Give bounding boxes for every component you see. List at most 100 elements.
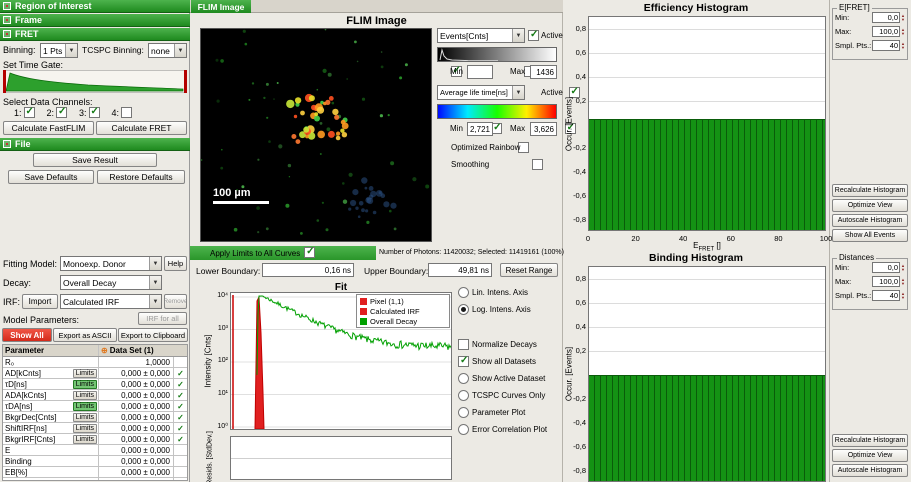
distances-field-0[interactable]: 0,0 bbox=[872, 262, 900, 273]
export-ascii-button[interactable]: Export as ASCII bbox=[53, 328, 117, 342]
param-value-cell[interactable]: 0,000 ± 0,000 bbox=[99, 434, 174, 444]
fit-enabled-checkbox[interactable] bbox=[174, 467, 187, 477]
save-result-button[interactable]: Save Result bbox=[33, 153, 157, 167]
spinner-down-icon[interactable]: ▼ bbox=[901, 282, 905, 286]
intensity-max-field[interactable]: 1436 bbox=[530, 65, 557, 79]
optimize-view-button[interactable]: Optimize View bbox=[832, 449, 908, 462]
spinner-up-down[interactable]: ▲▼ bbox=[901, 278, 905, 286]
intensity-min-field[interactable] bbox=[467, 65, 493, 79]
efret-field-2[interactable]: 40 bbox=[872, 40, 900, 51]
chevron-down-icon[interactable]: ▼ bbox=[149, 257, 161, 270]
spinner-up-down[interactable]: ▲▼ bbox=[901, 28, 905, 36]
param-value-cell[interactable]: 0,000 ± 0,000 bbox=[99, 379, 174, 389]
fit-enabled-checkbox[interactable]: ✓ bbox=[174, 434, 187, 444]
tcspc-binning-dropdown[interactable]: none ▼ bbox=[148, 43, 187, 58]
irf-import-button[interactable]: Import bbox=[22, 294, 58, 309]
radio-button-icon[interactable] bbox=[458, 373, 469, 384]
binning-dropdown[interactable]: 1 Pts ▼ bbox=[40, 43, 78, 58]
limits-button[interactable]: Limits bbox=[73, 413, 97, 422]
param-value-cell[interactable]: 0,000 ± 0,000 bbox=[99, 368, 174, 378]
help-button[interactable]: Help bbox=[164, 256, 187, 271]
efficiency-plot[interactable] bbox=[588, 16, 826, 231]
section-header-region-of-interest[interactable]: Region of Interest bbox=[0, 0, 190, 13]
param-value-cell[interactable]: 0,000 ± 0,000 bbox=[99, 423, 174, 433]
efret-field-0[interactable]: 0,0 bbox=[872, 12, 900, 23]
radio-button-icon[interactable] bbox=[458, 407, 469, 418]
fitting-model-dropdown[interactable]: Monoexp. Donor ▼ bbox=[60, 256, 162, 271]
irf-remove-button[interactable]: Remove bbox=[164, 294, 187, 309]
calculate-fret-button[interactable]: Calculate FRET bbox=[96, 121, 187, 135]
header-parameter[interactable]: Parameter bbox=[3, 345, 99, 356]
intensity-channel-dropdown[interactable]: Events[Cnts] ▼ bbox=[437, 28, 525, 43]
apply-limits-checkbox[interactable] bbox=[304, 247, 315, 258]
channel-3-checkbox[interactable] bbox=[89, 107, 100, 118]
fit-enabled-checkbox[interactable] bbox=[174, 445, 187, 455]
chevron-down-icon[interactable]: ▼ bbox=[512, 86, 524, 99]
chevron-down-icon[interactable]: ▼ bbox=[149, 295, 161, 308]
intensity-gradient-bar[interactable] bbox=[437, 47, 557, 62]
radio-button-icon[interactable] bbox=[458, 424, 469, 435]
section-header-frame[interactable]: Frame bbox=[0, 14, 190, 27]
show-all-events-button[interactable]: Show All Events bbox=[832, 229, 908, 242]
smoothing-checkbox[interactable] bbox=[532, 159, 543, 170]
reset-range-button[interactable]: Reset Range bbox=[500, 263, 558, 277]
lifetime-min-field[interactable]: 2,721 bbox=[467, 122, 493, 136]
radio-button-icon[interactable] bbox=[458, 390, 469, 401]
tab-flim-image[interactable]: FLIM Image bbox=[191, 0, 251, 13]
decay-dropdown[interactable]: Overall Decay ▼ bbox=[60, 275, 162, 290]
param-value-cell[interactable]: 0,000 ± 0,000 bbox=[99, 467, 174, 477]
spinner-up-down[interactable]: ▲▼ bbox=[901, 292, 905, 300]
recalculate-histogram-button[interactable]: Recalculate Histogram bbox=[832, 184, 908, 197]
spinner-up-down[interactable]: ▲▼ bbox=[901, 42, 905, 50]
limits-button[interactable]: Limits bbox=[73, 369, 97, 378]
limits-button[interactable]: Limits bbox=[73, 402, 97, 411]
header-dataset[interactable]: ⊕ Data Set (1) bbox=[99, 345, 187, 356]
channel-1-checkbox[interactable] bbox=[24, 107, 35, 118]
chevron-down-icon[interactable]: ▼ bbox=[512, 29, 524, 42]
distances-field-2[interactable]: 40 bbox=[872, 290, 900, 301]
fit-enabled-checkbox[interactable] bbox=[174, 478, 187, 481]
autoscale-histogram-button[interactable]: Autoscale Histogram bbox=[832, 464, 908, 477]
param-value-cell[interactable]: 0,000 ± 0,000 bbox=[99, 412, 174, 422]
limits-button[interactable]: Limits bbox=[73, 435, 97, 444]
autoscale-histogram-button[interactable]: Autoscale Histogram bbox=[832, 214, 908, 227]
residuals-plot[interactable] bbox=[230, 436, 452, 480]
show-all-button[interactable]: Show All bbox=[2, 328, 52, 342]
checkbox-icon[interactable] bbox=[458, 339, 469, 350]
spinner-down-icon[interactable]: ▼ bbox=[901, 296, 905, 300]
param-value-cell[interactable]: 0,000 ± 0,000 bbox=[99, 456, 174, 466]
spinner-down-icon[interactable]: ▼ bbox=[901, 32, 905, 36]
radio-button-icon[interactable] bbox=[458, 304, 469, 315]
fit-enabled-checkbox[interactable]: ✓ bbox=[174, 401, 187, 411]
optimize-view-button[interactable]: Optimize View bbox=[832, 199, 908, 212]
limits-button[interactable]: Limits bbox=[73, 380, 97, 389]
intensity-active-checkbox[interactable] bbox=[528, 30, 539, 41]
section-header-fret[interactable]: FRET bbox=[0, 28, 190, 41]
histogram-bars[interactable] bbox=[589, 119, 825, 231]
param-value-cell[interactable] bbox=[99, 478, 174, 481]
param-value-cell[interactable]: 0,000 ± 0,000 bbox=[99, 401, 174, 411]
fit-enabled-checkbox[interactable]: ✓ bbox=[174, 412, 187, 422]
spinner-down-icon[interactable]: ▼ bbox=[901, 18, 905, 22]
fit-enabled-checkbox[interactable]: ✓ bbox=[174, 368, 187, 378]
radio-button-icon[interactable] bbox=[458, 287, 469, 298]
lifetime-channel-dropdown[interactable]: Average life time[ns] ▼ bbox=[437, 85, 525, 100]
recalculate-histogram-button[interactable]: Recalculate Histogram bbox=[832, 434, 908, 447]
param-value-cell[interactable]: 0,000 ± 0,000 bbox=[99, 445, 174, 455]
fit-enabled-checkbox[interactable]: ✓ bbox=[174, 379, 187, 389]
restore-defaults-button[interactable]: Restore Defaults bbox=[97, 170, 185, 184]
section-header-file[interactable]: File bbox=[0, 138, 190, 151]
binding-plot[interactable] bbox=[588, 266, 826, 482]
limits-button[interactable]: Limits bbox=[73, 424, 97, 433]
spinner-down-icon[interactable]: ▼ bbox=[901, 46, 905, 50]
spinner-up-down[interactable]: ▲▼ bbox=[901, 14, 905, 22]
fit-enabled-checkbox[interactable] bbox=[174, 456, 187, 466]
calculate-fastflim-button[interactable]: Calculate FastFLIM bbox=[3, 121, 94, 135]
channel-2-checkbox[interactable] bbox=[56, 107, 67, 118]
chevron-down-icon[interactable]: ▼ bbox=[149, 276, 161, 289]
efret-field-1[interactable]: 100,0 bbox=[872, 26, 900, 37]
checkbox-icon[interactable] bbox=[458, 356, 469, 367]
fit-enabled-checkbox[interactable] bbox=[174, 357, 187, 367]
distances-field-1[interactable]: 100,0 bbox=[872, 276, 900, 287]
fit-enabled-checkbox[interactable]: ✓ bbox=[174, 390, 187, 400]
